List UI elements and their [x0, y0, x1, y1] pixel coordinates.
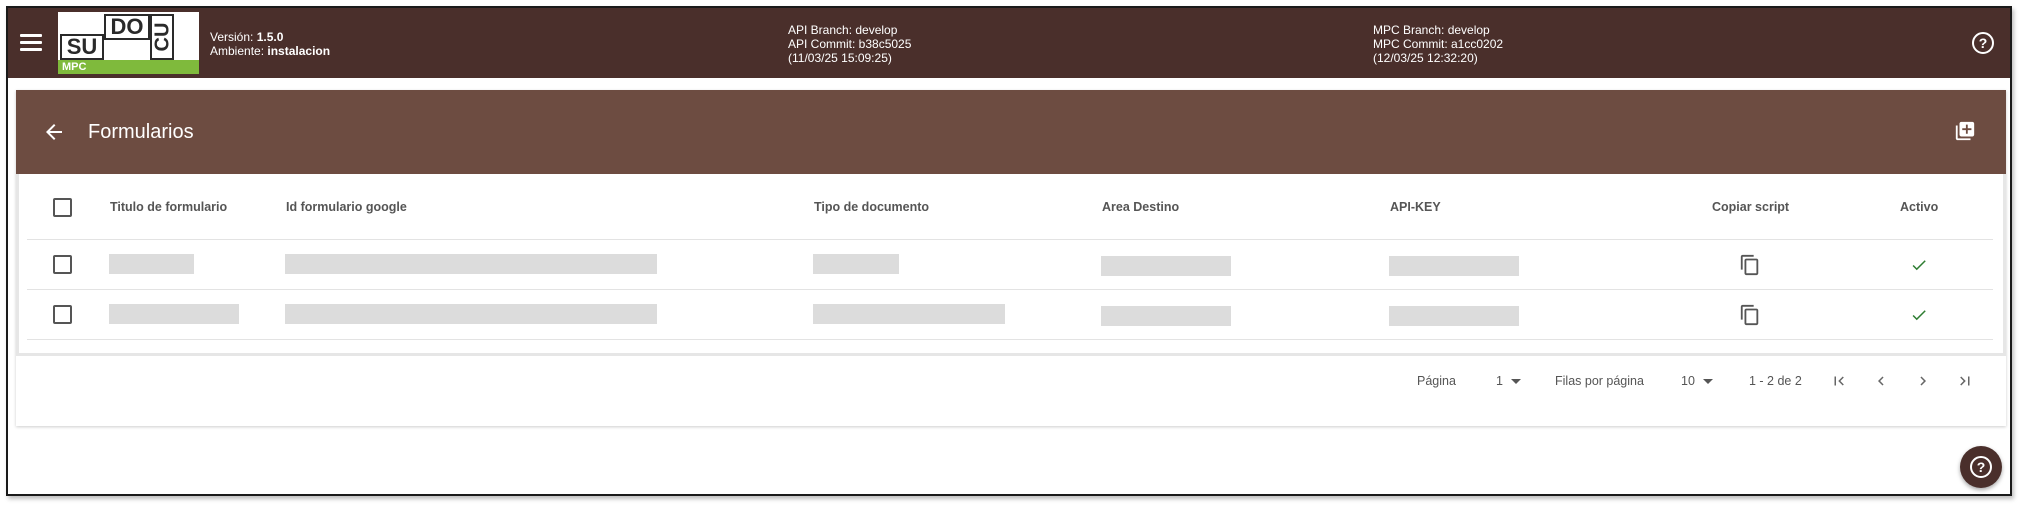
logo-cu-text: CU — [151, 22, 174, 52]
env-label: Ambiente: — [210, 44, 265, 58]
row-checkbox[interactable] — [53, 255, 72, 274]
mpc-branch: MPC Branch: develop — [1373, 23, 1490, 37]
rows-per-page-select[interactable]: 10 — [1681, 374, 1713, 388]
app-logo: DO SU CU MPC — [58, 12, 199, 74]
chevron-right-icon[interactable] — [1914, 372, 1932, 390]
page-range: 1 - 2 de 2 — [1749, 374, 1802, 388]
top-bar: DO SU CU MPC Versión: 1.5.0 Ambiente: in… — [8, 8, 2010, 78]
mpc-info: MPC Branch: develop MPC Commit: a1cc0202… — [1373, 23, 1503, 65]
tipo-cell — [813, 304, 1005, 324]
rows-per-page-label: Filas por página — [1555, 374, 1644, 388]
menu-icon[interactable] — [18, 30, 44, 56]
col-header-id-google[interactable]: Id formulario google — [286, 200, 407, 214]
col-header-copiar: Copiar script — [1712, 200, 1790, 214]
col-header-tipo[interactable]: Tipo de documento — [814, 200, 929, 214]
copy-icon[interactable] — [1739, 303, 1761, 327]
col-header-activo[interactable]: Activo — [1900, 200, 1938, 214]
library-add-icon[interactable] — [1954, 120, 1976, 142]
page-select[interactable]: 1 — [1496, 374, 1521, 388]
version-label: Versión: — [210, 30, 254, 44]
titulo-cell — [109, 254, 194, 274]
env-value: instalacion — [267, 44, 331, 58]
titulo-cell — [109, 304, 239, 324]
page-title: Formularios — [88, 121, 194, 143]
check-icon — [1912, 310, 1926, 321]
check-icon — [1912, 260, 1926, 271]
api-commit: API Commit: b38c5025 — [788, 37, 912, 51]
copy-icon[interactable] — [1739, 253, 1761, 277]
chevron-down-icon — [1702, 379, 1713, 385]
api-date: (11/03/25 15:09:25) — [788, 51, 892, 65]
mpc-date: (12/03/25 12:32:20) — [1373, 51, 1478, 65]
col-header-titulo[interactable]: Titulo de formulario — [110, 200, 227, 214]
first-page-icon[interactable] — [1830, 372, 1848, 390]
tipo-cell — [813, 254, 899, 274]
logo-su: SU — [60, 34, 104, 60]
help-icon: ? — [1970, 456, 1992, 478]
col-header-api-key[interactable]: API-KEY — [1390, 200, 1441, 214]
rows-per-page-value: 10 — [1681, 374, 1695, 388]
last-page-icon[interactable] — [1956, 372, 1974, 390]
version-value: 1.5.0 — [256, 30, 284, 44]
col-header-area[interactable]: Area Destino — [1102, 200, 1179, 214]
table-header-row: Titulo de formulario Id formulario googl… — [27, 174, 1993, 240]
logo-mpc: MPC — [58, 60, 199, 74]
api-branch: API Branch: develop — [788, 23, 898, 37]
id-google-cell — [285, 254, 657, 274]
id-google-cell — [285, 304, 657, 324]
api-info: API Branch: develop API Commit: b38c5025… — [788, 23, 911, 65]
chevron-left-icon[interactable] — [1872, 372, 1890, 390]
help-icon[interactable]: ? — [1972, 32, 1994, 54]
chevron-down-icon — [1510, 379, 1521, 385]
page-label: Página — [1417, 374, 1456, 388]
logo-cu: CU — [150, 14, 174, 60]
mpc-commit: MPC Commit: a1cc0202 — [1373, 37, 1504, 51]
forms-card: Formularios Titulo de formulario Id form… — [16, 90, 2006, 426]
row-checkbox[interactable] — [53, 305, 72, 324]
app-window: DO SU CU MPC Versión: 1.5.0 Ambiente: in… — [6, 6, 2012, 496]
api-key-cell — [1389, 256, 1519, 276]
table-row[interactable] — [27, 290, 1993, 340]
area-cell — [1101, 306, 1231, 326]
card-header: Formularios — [16, 90, 2006, 174]
page-value: 1 — [1496, 374, 1503, 388]
api-key-cell — [1389, 306, 1519, 326]
version-info: Versión: 1.5.0 Ambiente: instalacion — [210, 30, 330, 58]
logo-do: DO — [104, 14, 150, 40]
table-row[interactable] — [27, 240, 1993, 290]
area-cell — [1101, 256, 1231, 276]
floating-help-button[interactable]: ? — [1960, 446, 2002, 488]
arrow-left-icon[interactable] — [42, 120, 66, 144]
forms-table: Titulo de formulario Id formulario googl… — [16, 174, 2006, 356]
select-all-checkbox[interactable] — [53, 198, 72, 217]
pagination-bar: Página 1 Filas por página 10 1 - 2 de 2 — [16, 362, 2006, 402]
